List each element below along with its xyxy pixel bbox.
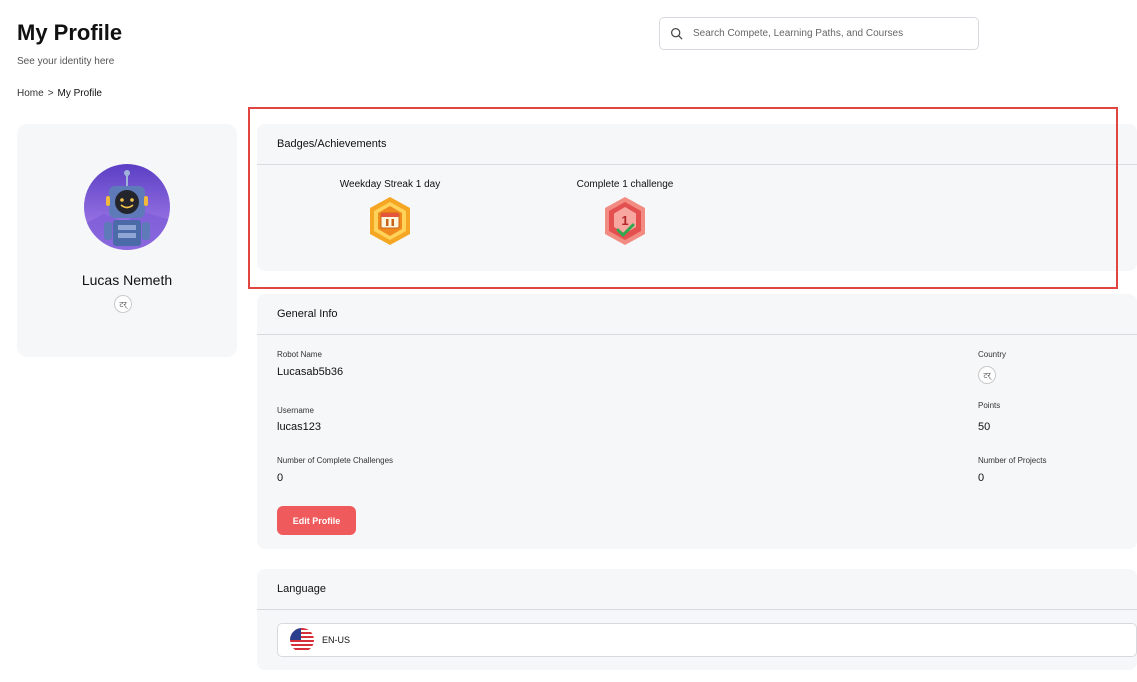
us-flag-icon — [290, 628, 314, 652]
projects-label: Number of Projects — [978, 456, 1047, 465]
search-bar[interactable] — [659, 17, 979, 50]
projects-value: 0 — [978, 472, 985, 484]
general-info-card: General Info Robot Name Lucasab5b36 User… — [257, 294, 1137, 549]
country-flag-icon: टर् — [114, 295, 132, 313]
robot-name-label: Robot Name — [277, 350, 322, 359]
username-value: lucas123 — [277, 421, 322, 433]
profile-name: Lucas Nemeth — [81, 272, 173, 288]
username-label: Username — [277, 406, 314, 415]
country-label: Country — [978, 350, 1007, 359]
language-title: Language — [257, 569, 1137, 610]
language-selected: EN-US — [322, 635, 351, 645]
general-info-title: General Info — [257, 294, 1137, 335]
profile-card: Lucas Nemeth टर् — [17, 124, 237, 357]
robot-name-value: Lucasab5b36 — [277, 366, 344, 378]
challenges-value: 0 — [277, 472, 284, 484]
badge-weekday-streak: Weekday Streak 1 day — [336, 179, 444, 246]
robot-avatar — [84, 164, 170, 250]
page-title: My Profile — [17, 20, 123, 45]
language-select[interactable]: EN-US — [277, 623, 1137, 657]
breadcrumb: Home > My Profile — [17, 88, 102, 99]
page-subtitle: See your identity here — [17, 56, 115, 67]
breadcrumb-current: My Profile — [57, 88, 102, 99]
search-icon — [671, 28, 683, 40]
country-flag-icon: टर् — [978, 366, 996, 384]
badge-label: Complete 1 challenge — [576, 179, 674, 190]
svg-text:1: 1 — [621, 213, 628, 228]
badge-complete-challenge: Complete 1 challenge 1 — [570, 179, 680, 246]
badge-label: Weekday Streak 1 day — [339, 179, 441, 190]
points-label: Points — [978, 401, 1001, 410]
badges-title: Badges/Achievements — [257, 124, 1137, 165]
points-value: 50 — [978, 421, 991, 433]
edit-profile-button[interactable]: Edit Profile — [277, 506, 356, 535]
breadcrumb-separator: > — [47, 88, 54, 99]
search-input[interactable] — [693, 28, 973, 39]
challenge-badge-icon: 1 — [605, 197, 645, 245]
language-card: Language EN-US — [257, 569, 1137, 670]
streak-badge-icon — [370, 197, 410, 245]
challenges-label: Number of Complete Challenges — [277, 456, 394, 465]
breadcrumb-home[interactable]: Home — [17, 88, 44, 99]
badges-card: Badges/Achievements Weekday Streak 1 day… — [257, 124, 1137, 271]
